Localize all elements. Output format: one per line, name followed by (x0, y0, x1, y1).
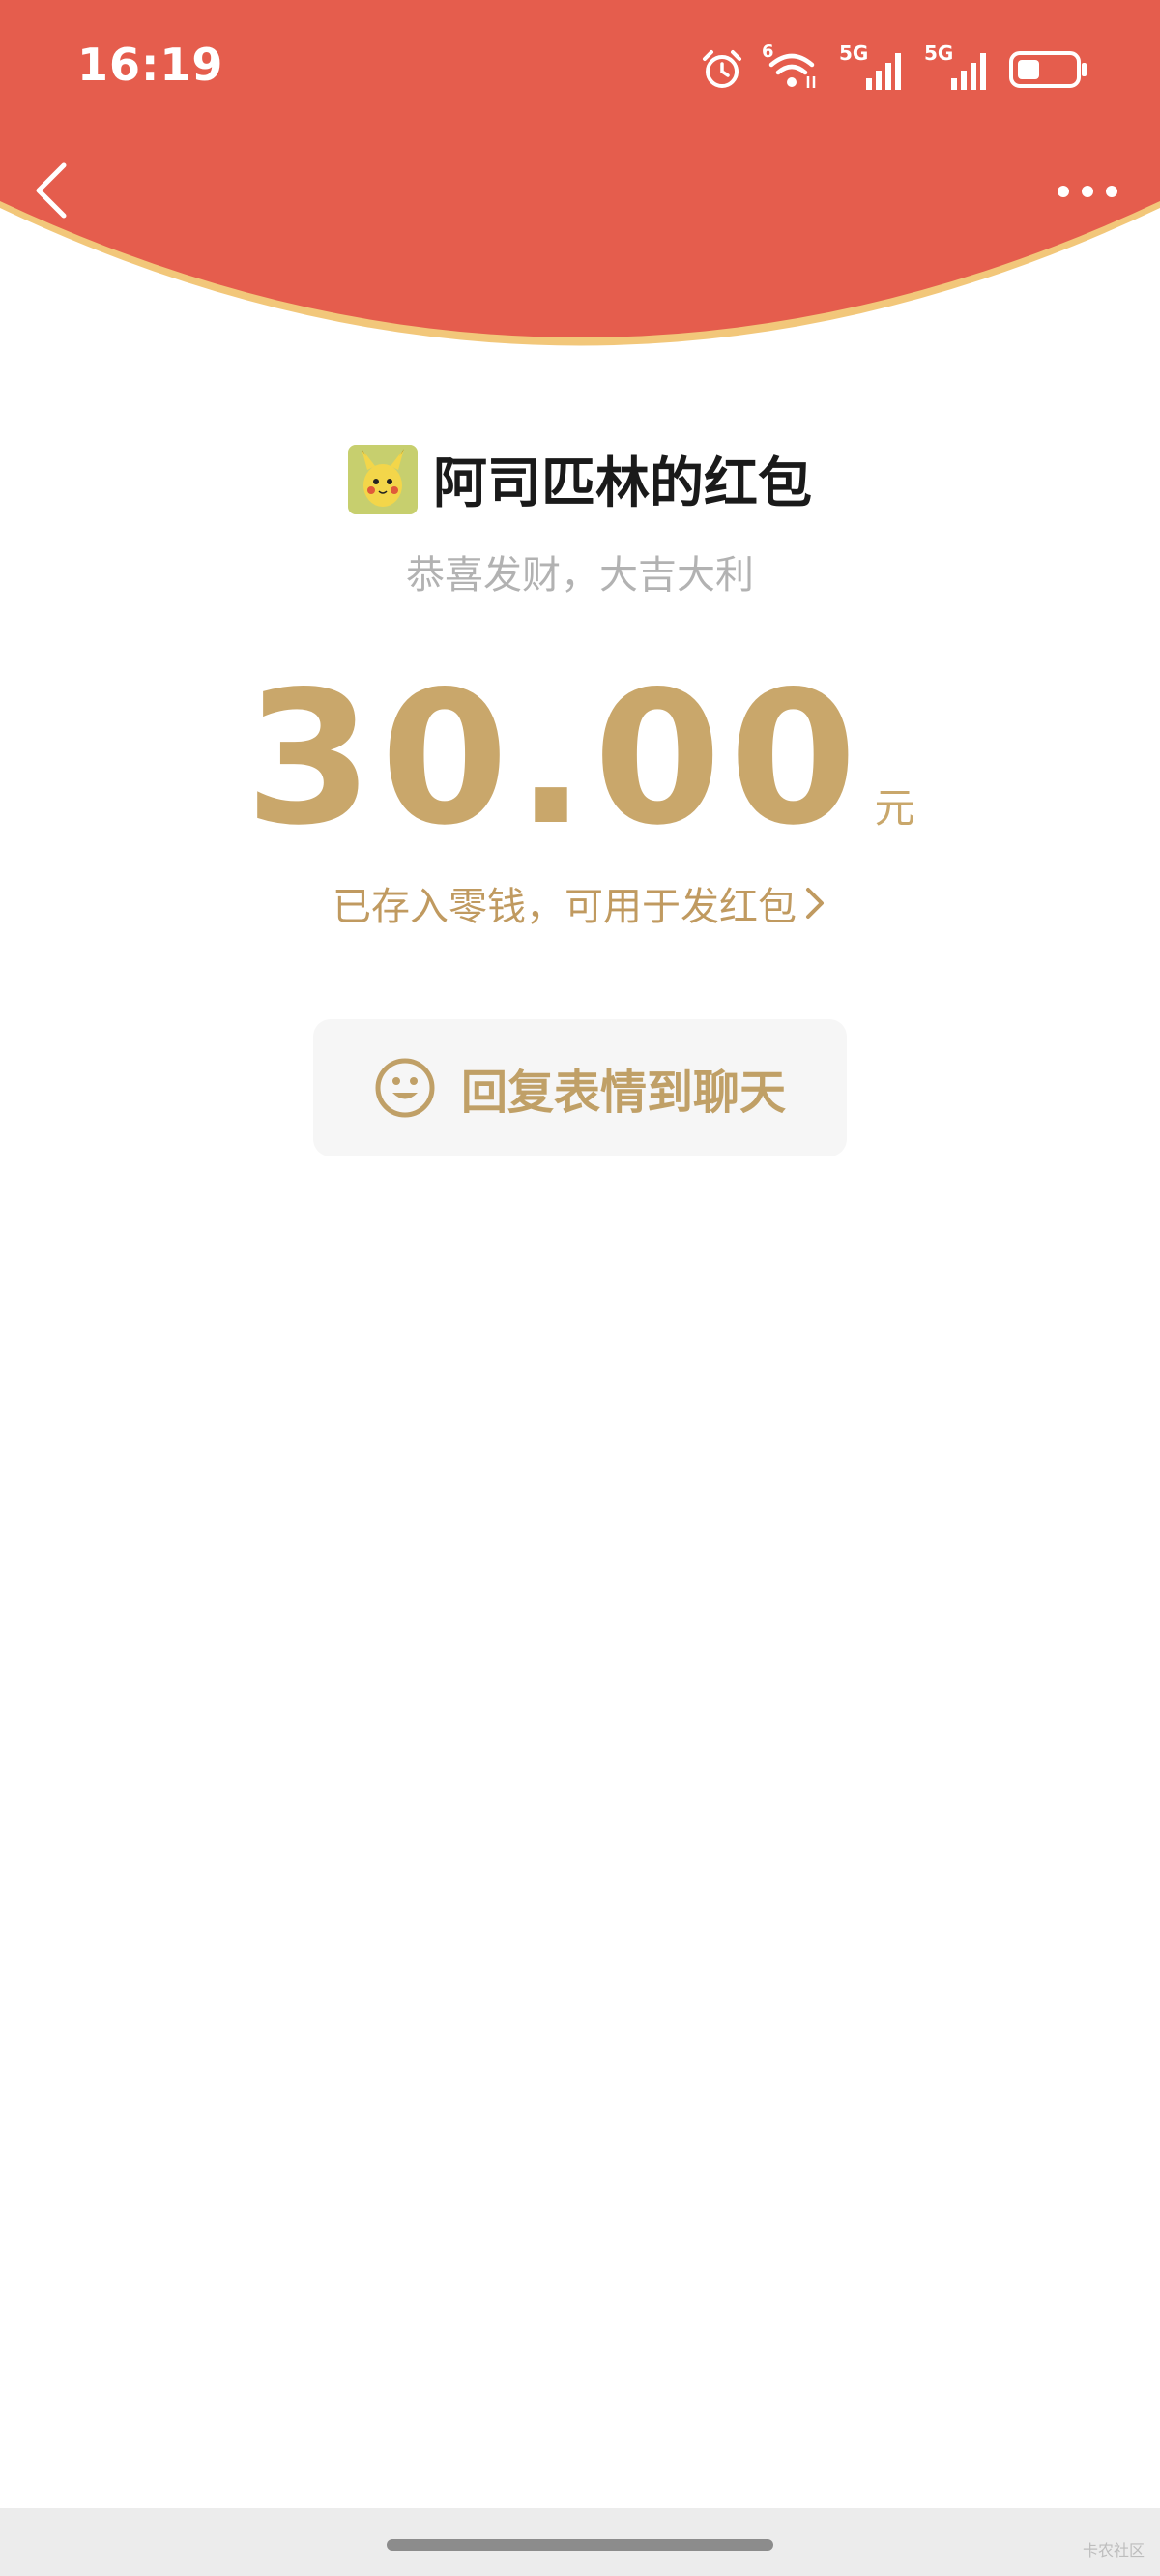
smiley-icon (375, 1058, 435, 1118)
alarm-icon (703, 50, 741, 88)
wallet-link[interactable]: 已存入零钱，可用于发红包 (0, 875, 1160, 931)
wifi-badge: 6 (762, 42, 774, 62)
home-indicator[interactable] (387, 2539, 773, 2551)
wifi-icon: 6 (762, 42, 822, 92)
wallet-note-text: 已存入零钱，可用于发红包 (333, 885, 797, 929)
signal-icon: 5G (924, 42, 992, 92)
status-icons: 6 5G 5G (700, 42, 1088, 93)
more-button[interactable] (1054, 174, 1121, 209)
amount-row: 30.00 元 (0, 667, 1160, 851)
system-nav-bar: 卡农社区 (0, 2508, 1160, 2576)
chevron-right-icon (806, 888, 824, 919)
sender-name: 阿司匹林的红包 (433, 453, 812, 515)
watermark: 卡农社区 (1082, 2541, 1145, 2560)
back-button[interactable] (29, 160, 72, 221)
signal-icon: 5G (839, 42, 907, 92)
sender-row: 阿司匹林的红包 (0, 440, 1160, 518)
status-time: 16:19 (77, 39, 224, 91)
reply-button-label: 回复表情到聊天 (460, 1066, 786, 1120)
avatar (348, 444, 418, 514)
reply-sticker-button[interactable]: 回复表情到聊天 (313, 1019, 847, 1156)
amount-value: 30.00 (245, 652, 865, 865)
currency-unit: 元 (874, 784, 915, 832)
battery-icon (1009, 51, 1087, 88)
greeting-text: 恭喜发财，大吉大利 (406, 553, 754, 598)
